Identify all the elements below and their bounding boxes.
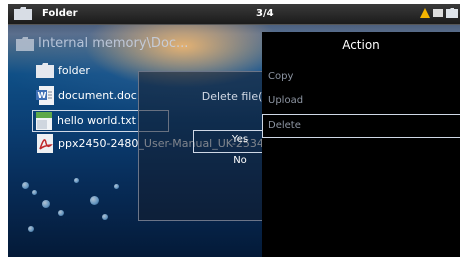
folder-icon: [14, 7, 32, 20]
text-file-icon: [36, 112, 52, 133]
top-bar: Folder 3/4: [8, 4, 460, 25]
pdf-icon: [36, 134, 54, 156]
warning-icon: [420, 8, 430, 18]
menu-item-copy[interactable]: Copy: [268, 71, 293, 82]
page-indicator: 3/4: [256, 8, 274, 19]
header-title: Folder: [42, 8, 78, 19]
menu-item-delete[interactable]: Delete: [268, 120, 301, 131]
folder-icon: [36, 63, 54, 81]
file-name: folder: [58, 64, 90, 77]
folder-icon: [16, 37, 34, 51]
action-menu: Action Copy Upload Delete: [262, 32, 460, 257]
action-menu-title: Action: [342, 38, 380, 52]
file-name: hello world.txt: [57, 114, 136, 127]
file-name: document.doc: [58, 89, 137, 102]
status-icons: [420, 8, 458, 21]
word-document-icon: W: [36, 86, 54, 108]
screen: Folder 3/4 Internal memory\Doc... folder: [8, 4, 460, 257]
breadcrumb-path: Internal memory\Doc...: [38, 36, 189, 51]
storage-icon: [433, 9, 443, 17]
breadcrumb: Internal memory\Doc...: [16, 36, 188, 51]
menu-item-upload[interactable]: Upload: [268, 95, 303, 106]
svg-text:W: W: [38, 91, 47, 100]
folder-icon: [446, 8, 458, 21]
